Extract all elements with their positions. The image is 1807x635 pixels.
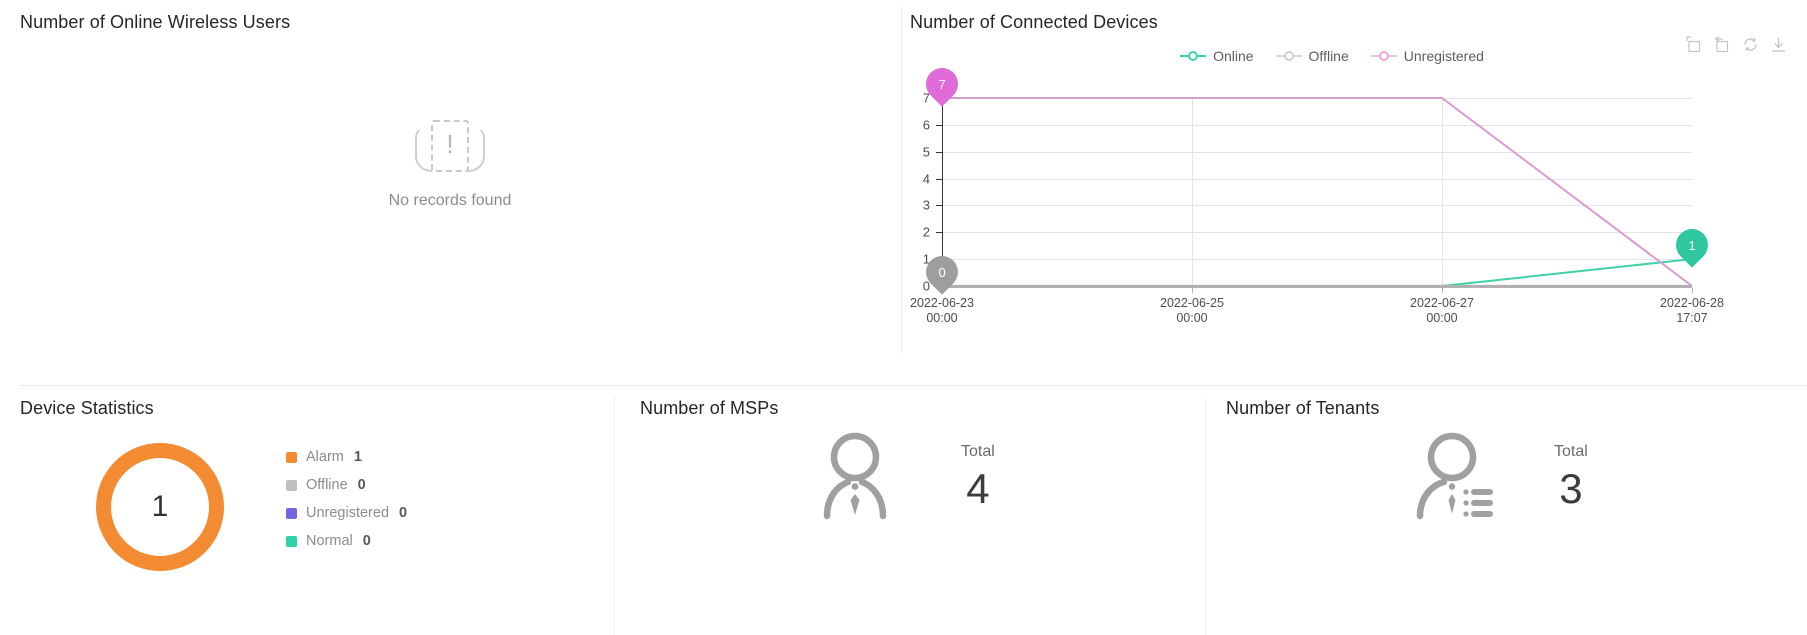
legend-label: Offline: [306, 477, 348, 493]
tenant-person-list-icon: [1394, 424, 1502, 532]
device-statistics-legend-row[interactable]: Normal 0: [286, 527, 407, 555]
chart-marker-label: 1: [1688, 237, 1696, 253]
legend-item-unregistered[interactable]: Unregistered: [1370, 48, 1484, 64]
series-svg: [942, 97, 1693, 288]
page-title-msps: Number of MSPs: [640, 398, 779, 418]
device-statistics-legend: Alarm 1 Offline 0 Unregistered 0 Normal 0: [286, 443, 407, 555]
page-title-tenants: Number of Tenants: [1226, 398, 1380, 418]
chart-marker-label: 7: [938, 76, 946, 92]
legend-value: 0: [357, 477, 366, 493]
donut-chart[interactable]: 1: [96, 443, 224, 571]
legend-value: 1: [353, 449, 362, 465]
panel-number-of-tenants: Number of Tenants Total 3: [1206, 386, 1807, 635]
legend-swatch: [286, 479, 297, 491]
refresh-icon[interactable]: [1742, 36, 1759, 53]
legend-swatch: [286, 451, 297, 463]
exclamation-icon: !: [446, 129, 454, 159]
line-chart[interactable]: 01234567 2022-06-23 00:00 2022-06-25 00:00 2…: [902, 61, 1807, 336]
download-icon[interactable]: [1770, 36, 1787, 53]
legend-label: Normal: [306, 533, 353, 549]
series-line-unregistered: [942, 97, 1693, 287]
no-records-icon-box: !: [431, 120, 469, 172]
zoom-reset-icon[interactable]: [1714, 36, 1731, 53]
panel-number-of-msps: Number of MSPs Total 4: [615, 386, 1205, 635]
tenant-total: Total 3: [1554, 441, 1588, 515]
chart-toolbox: [1686, 36, 1787, 53]
panel-connected-devices: Number of Connected Devices Online Offli…: [902, 0, 1807, 370]
msp-person-icon: [801, 424, 909, 532]
device-statistics-legend-row[interactable]: Alarm 1: [286, 443, 407, 471]
legend-item-offline[interactable]: Offline: [1275, 48, 1349, 64]
chart-legend: Online Offline Unregistered: [1052, 48, 1612, 64]
legend-marker-offline-icon: [1275, 50, 1302, 62]
legend-label-online: Online: [1213, 48, 1254, 64]
legend-label-unregistered: Unregistered: [1403, 48, 1484, 64]
legend-label-offline: Offline: [1308, 48, 1349, 64]
bottom-row: Device Statistics 1 Alarm 1 Offline 0 Unregi…: [0, 386, 1807, 635]
empty-state-label: No records found: [388, 192, 512, 209]
legend-value: 0: [362, 533, 371, 549]
msp-total-value: 4: [966, 465, 990, 512]
legend-value: 0: [399, 505, 408, 521]
msp-total: Total 4: [961, 441, 995, 515]
device-statistics-legend-row[interactable]: Offline 0: [286, 471, 407, 499]
page-title-wireless: Number of Online Wireless Users: [20, 12, 291, 32]
tenant-counter: Total 3: [1394, 424, 1588, 532]
tenant-total-label: Total: [1554, 443, 1588, 460]
panel-online-wireless-users: Number of Online Wireless Users ! No rec…: [0, 0, 900, 370]
legend-marker-online-icon: [1180, 50, 1207, 62]
legend-item-online[interactable]: Online: [1180, 48, 1254, 64]
page-title-connected-devices: Number of Connected Devices: [910, 12, 1158, 32]
data-zoom-icon[interactable]: [1686, 36, 1703, 53]
legend-label: Unregistered: [306, 505, 390, 521]
device-statistics-legend-row[interactable]: Unregistered 0: [286, 499, 407, 527]
legend-label: Alarm: [306, 449, 344, 465]
tenant-total-value: 3: [1559, 465, 1583, 512]
page-title-device-statistics: Device Statistics: [20, 398, 154, 418]
dashboard-page: Number of Online Wireless Users ! No rec…: [0, 0, 1807, 635]
legend-marker-unregistered-icon: [1370, 50, 1397, 62]
no-records-icon: !: [414, 120, 486, 178]
msp-counter: Total 4: [801, 424, 995, 532]
top-row: Number of Online Wireless Users ! No rec…: [0, 0, 1807, 386]
donut-center-value: 1: [151, 490, 169, 523]
legend-swatch: [286, 507, 297, 519]
empty-state-wireless: ! No records found: [0, 120, 900, 210]
legend-swatch: [286, 535, 297, 547]
series-line-online: [942, 258, 1693, 287]
chart-marker-label: 0: [938, 264, 946, 280]
panel-device-statistics: Device Statistics 1 Alarm 1 Offline 0 Unregi…: [0, 386, 614, 635]
msp-total-label: Total: [961, 443, 995, 460]
